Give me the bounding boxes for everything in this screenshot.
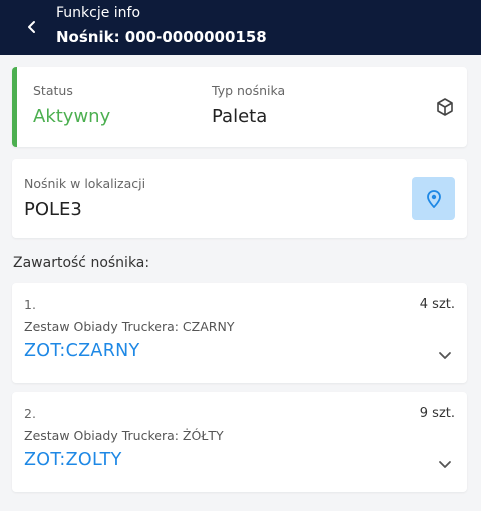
item-quantity: 9 szt.	[419, 406, 455, 421]
item-description: Zestaw Obiady Truckera: ŻÓŁTY	[24, 428, 224, 443]
box-icon	[437, 98, 453, 116]
item-index: 2.	[24, 406, 36, 421]
type-label: Typ nośnika	[212, 83, 286, 98]
item-code: ZOT:ZOLTY	[24, 450, 122, 470]
item-code: ZOT:CZARNY	[24, 341, 140, 361]
chevron-down-icon[interactable]	[437, 347, 453, 363]
map-pin-icon	[426, 189, 441, 208]
item-quantity: 4 szt.	[419, 297, 455, 312]
app-header: Funkcje info Nośnik: 000-0000000158	[0, 0, 481, 55]
back-button[interactable]	[22, 16, 42, 38]
status-label: Status	[33, 83, 73, 98]
location-button[interactable]	[412, 177, 455, 220]
chevron-left-icon	[28, 21, 35, 33]
type-value: Paleta	[212, 106, 268, 127]
status-value: Aktywny	[33, 106, 111, 127]
location-label: Nośnik w lokalizacji	[24, 176, 146, 191]
content-item[interactable]: 2. 9 szt. Zestaw Obiady Truckera: ŻÓŁTY …	[12, 392, 467, 492]
location-value: POLE3	[24, 199, 82, 220]
header-title: Funkcje info	[56, 5, 141, 21]
location-card: Nośnik w lokalizacji POLE3	[12, 159, 467, 238]
status-card: Status Aktywny Typ nośnika Paleta	[12, 67, 467, 147]
item-description: Zestaw Obiady Truckera: CZARNY	[24, 319, 235, 334]
carrier-id: Nośnik: 000-0000000158	[56, 28, 267, 46]
chevron-down-icon[interactable]	[437, 456, 453, 472]
content-title: Zawartość nośnika:	[13, 255, 150, 271]
content-item[interactable]: 1. 4 szt. Zestaw Obiady Truckera: CZARNY…	[12, 283, 467, 383]
item-index: 1.	[24, 297, 36, 312]
